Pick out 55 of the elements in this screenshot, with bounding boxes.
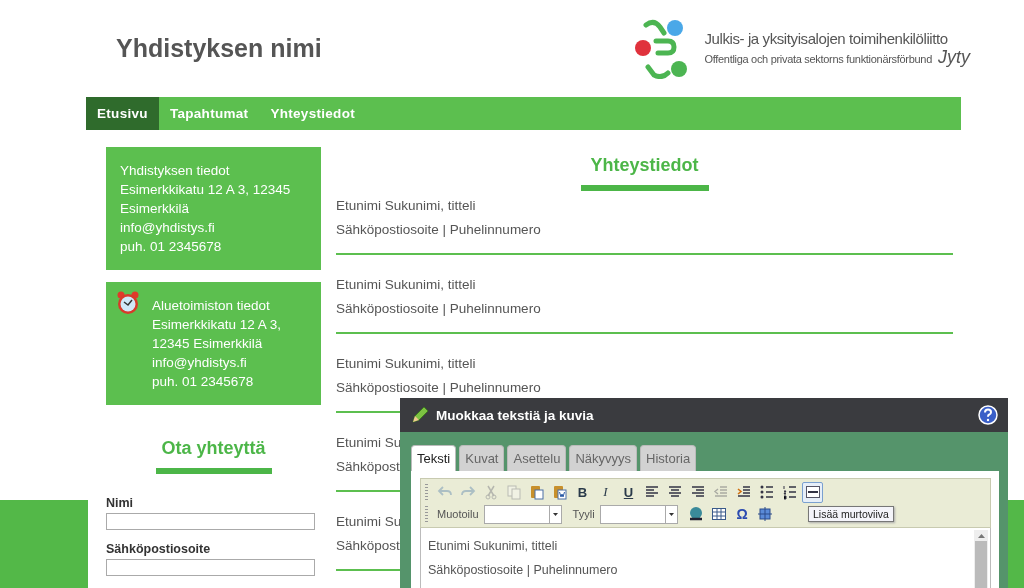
bold-button[interactable]: B bbox=[572, 481, 593, 503]
special-char-button[interactable]: Ω bbox=[731, 503, 753, 525]
field-label: Nimi bbox=[106, 496, 135, 510]
caret-icon bbox=[668, 512, 674, 516]
tooltip: Lisää murtoviiva bbox=[808, 506, 894, 522]
info-text: puh. 01 2345678 bbox=[120, 238, 223, 256]
editor-text: Etunimi Sukunimi, titteli bbox=[428, 538, 559, 555]
logo-subtitle: Offentliga och privata sektorns funktionärsförbund bbox=[704, 52, 932, 65]
underline-button[interactable]: U bbox=[618, 481, 639, 503]
caret-icon bbox=[552, 512, 558, 516]
tab[interactable]: Kuvat bbox=[459, 445, 505, 471]
info-text: Yhdistyksen tiedot bbox=[120, 162, 231, 180]
tab[interactable]: Historia bbox=[640, 445, 697, 471]
logo-wordmark: Jyty bbox=[938, 46, 970, 68]
contact-details: Sähköpostiosoite | Puhelinnumero bbox=[336, 300, 541, 318]
info-text: info@yhdistys.fi bbox=[152, 354, 248, 372]
contact-details: Sähköpostiosoite | Puhelinnumero bbox=[336, 379, 541, 397]
input-field[interactable] bbox=[106, 513, 315, 530]
editor-content[interactable]: Etunimi Sukunimi, titteli Sähköpostiosoite | Puhelinnumero bbox=[420, 528, 991, 588]
tab[interactable]: Teksti bbox=[411, 445, 457, 471]
dropdown-label: Tyyli bbox=[572, 508, 595, 520]
info-text: info@yhdistys.fi bbox=[120, 219, 216, 237]
dropdown-label: Muotoilu bbox=[437, 508, 479, 520]
contact-name: Etunimi Sukunimi, titteli bbox=[336, 355, 476, 373]
logo-text: Julkis- ja yksityisalojen toimihenkilöliitto bbox=[704, 29, 949, 47]
contact-details: Sähköpost bbox=[336, 458, 400, 476]
contact-details: Sähköpostiosoite | Puhelinnumero bbox=[336, 221, 541, 239]
section-heading: Ota yhteyttä bbox=[160, 438, 267, 459]
site-title: Yhdistyksen nimi bbox=[116, 34, 322, 63]
contact-name: Etunimi Su bbox=[336, 513, 402, 531]
info-text: 12345 Esimerkkilä bbox=[152, 335, 264, 353]
dropdown[interactable] bbox=[483, 504, 562, 524]
help-icon[interactable] bbox=[978, 405, 998, 425]
dropdown[interactable] bbox=[599, 504, 678, 524]
alarm-clock-icon bbox=[116, 291, 140, 315]
info-text: Esimerkkilä bbox=[120, 200, 190, 218]
dialog-title: Muokkaa tekstiä ja kuvia bbox=[436, 407, 594, 423]
input-field[interactable] bbox=[106, 559, 315, 576]
italic-button[interactable]: I bbox=[595, 481, 616, 503]
info-text: Esimerkkikatu 12 A 3, 12345 bbox=[120, 181, 292, 199]
contact-details: Sähköpost bbox=[336, 537, 400, 555]
contact-name: Etunimi Sukunimi, titteli bbox=[336, 197, 476, 215]
scroll-up-icon[interactable] bbox=[977, 534, 985, 538]
tab[interactable]: Näkyvyys bbox=[569, 445, 638, 471]
contact-name: Etunimi Sukunimi, titteli bbox=[336, 276, 476, 294]
editor-text: Sähköpostiosoite | Puhelinnumero bbox=[428, 562, 619, 579]
info-text: Esimerkkikatu 12 A 3, bbox=[152, 316, 283, 334]
info-text: Aluetoimiston tiedot bbox=[152, 297, 271, 315]
section-heading: Yhteystiedot bbox=[589, 155, 700, 176]
info-text: puh. 01 2345678 bbox=[152, 373, 255, 391]
nav-item[interactable]: Etusivu bbox=[86, 97, 159, 130]
pencil-icon bbox=[410, 405, 430, 425]
field-label: Sähköpostiosoite bbox=[106, 542, 212, 556]
tab[interactable]: Asettelu bbox=[507, 445, 567, 471]
contact-name: Etunimi Su bbox=[336, 434, 402, 452]
